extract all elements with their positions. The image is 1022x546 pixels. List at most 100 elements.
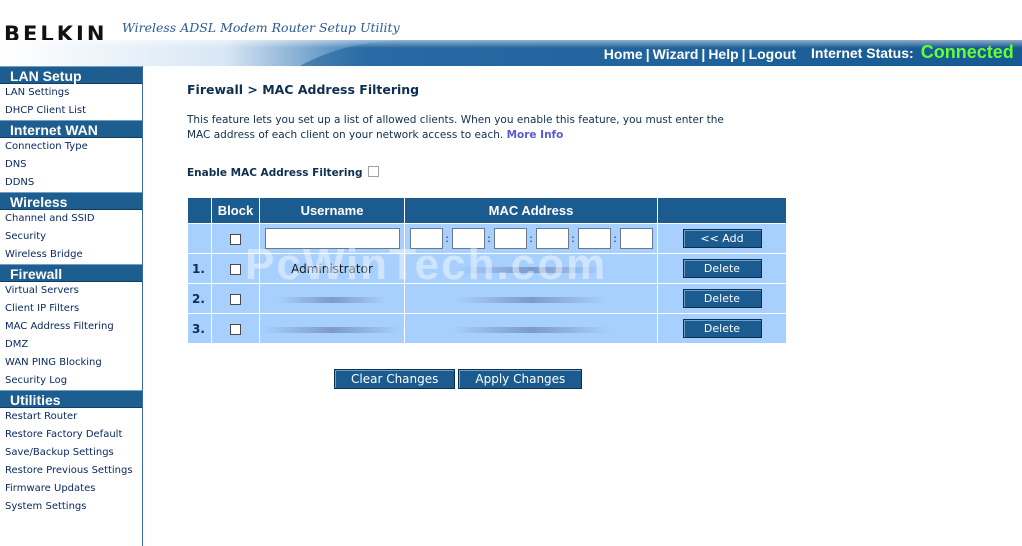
sidebar-item-dmz[interactable]: DMZ [0,336,142,354]
sidebar-item-virtual-servers[interactable]: Virtual Servers [0,282,142,300]
logout-link[interactable]: Logout [749,46,796,62]
table-row: 3. Delete [187,313,787,344]
mac-address-inputs: : : : : : [409,228,653,249]
row-index: 2. [187,283,212,314]
header: BELKIN Wireless ADSL Modem Router Setup … [0,0,1022,66]
page-title: Firewall > MAC Address Filtering [187,82,420,97]
add-row-username-cell [259,223,405,254]
header-index [187,197,212,224]
description-line-1: This feature lets you set up a list of a… [187,114,724,126]
form-actions: Clear Changes Apply Changes [334,368,585,389]
row-username: Administrator [291,261,373,276]
add-button[interactable]: << Add [682,229,762,248]
clear-changes-button[interactable]: Clear Changes [334,369,456,389]
mac-filter-table: Block Username MAC Address : : : : : << … [187,197,787,344]
add-row-block-checkbox[interactable] [230,233,241,245]
enable-filter-checkbox[interactable] [368,166,380,177]
sidebar-item-dns[interactable]: DNS [0,156,142,174]
row-username-cell [259,283,405,314]
header-mac-address: MAC Address [404,197,658,224]
page: BELKIN Wireless ADSL Modem Router Setup … [0,0,1022,546]
row-index: 1. [187,253,212,284]
apply-changes-button[interactable]: Apply Changes [458,369,583,389]
sidebar-section-firewall: Firewall [0,264,142,282]
row-username-redacted [262,326,402,333]
mac-octet-5-input[interactable] [577,228,611,249]
row-index: 3. [187,313,212,344]
mac-octet-6-input[interactable] [619,228,653,249]
mac-octet-1-input[interactable] [409,228,443,249]
row-action-cell: Delete [657,313,787,344]
sidebar-item-ddns[interactable]: DDNS [0,174,142,192]
row-block-checkbox[interactable] [230,323,241,335]
sidebar-item-security-log[interactable]: Security Log [0,372,142,390]
nav-separator: | [741,46,746,62]
row-block-checkbox[interactable] [230,293,241,305]
add-row-block-cell [211,223,260,254]
sidebar-item-mac-address-filtering[interactable]: MAC Address Filtering [0,318,142,336]
more-info-link[interactable]: More Info [507,129,564,141]
description-line-2: MAC address of each client on your netwo… [187,129,504,141]
sidebar-item-restore-previous-settings[interactable]: Restore Previous Settings [0,462,142,480]
sidebar-item-dhcp-client-list[interactable]: DHCP Client List [0,102,142,120]
description-line-2-wrap: MAC address of each client on your netwo… [187,128,787,143]
sidebar-item-channel-ssid[interactable]: Channel and SSID [0,210,142,228]
sidebar-item-client-ip-filters[interactable]: Client IP Filters [0,300,142,318]
row-username-cell: Administrator [259,253,405,284]
sidebar-item-firmware-updates[interactable]: Firmware Updates [0,480,142,498]
table-row: 1. Administrator Delete [187,253,787,284]
delete-button[interactable]: Delete [682,319,762,338]
nav-separator: | [645,46,650,62]
row-mac-cell [404,253,658,284]
table-row: 2. Delete [187,283,787,314]
row-action-cell: Delete [657,253,787,284]
sidebar-item-wan-ping-blocking[interactable]: WAN PING Blocking [0,354,142,372]
sidebar-section-lan-setup: LAN Setup [0,66,142,84]
page-description: This feature lets you set up a list of a… [187,113,787,143]
row-block-cell [211,253,260,284]
row-block-cell [211,313,260,344]
internet-status: Internet Status: Connected [811,42,1014,63]
sidebar-item-wireless-bridge[interactable]: Wireless Bridge [0,246,142,264]
home-link[interactable]: Home [604,46,643,62]
mac-colon: : [613,232,617,245]
mac-colon: : [571,232,575,245]
sidebar-item-connection-type[interactable]: Connection Type [0,138,142,156]
delete-button[interactable]: Delete [682,259,762,278]
wizard-link[interactable]: Wizard [653,46,699,62]
sidebar-item-restart-router[interactable]: Restart Router [0,408,142,426]
table-header-row: Block Username MAC Address [187,197,787,224]
sidebar-section-wireless: Wireless [0,192,142,210]
row-mac-redacted [456,296,606,303]
main-content: Firewall > MAC Address Filtering This fe… [187,66,1022,546]
sidebar: LAN Setup LAN Settings DHCP Client List … [0,66,143,546]
sidebar-item-system-settings[interactable]: System Settings [0,498,142,516]
row-block-checkbox[interactable] [230,263,241,275]
internet-status-label: Internet Status: [811,45,914,61]
sidebar-item-lan-settings[interactable]: LAN Settings [0,84,142,102]
row-block-cell [211,283,260,314]
mac-octet-4-input[interactable] [535,228,569,249]
internet-status-value: Connected [920,42,1014,62]
sidebar-item-save-backup-settings[interactable]: Save/Backup Settings [0,444,142,462]
add-row-action-cell: << Add [657,223,787,254]
add-row-mac-cell: : : : : : [404,223,658,254]
header-username: Username [259,197,405,224]
add-row-index [187,223,212,254]
sidebar-section-internet-wan: Internet WAN [0,120,142,138]
enable-filter-label: Enable MAC Address Filtering [187,167,363,179]
username-input[interactable] [264,228,400,249]
sidebar-item-security[interactable]: Security [0,228,142,246]
help-link[interactable]: Help [708,46,738,62]
header-block: Block [211,197,260,224]
sidebar-item-restore-factory-default[interactable]: Restore Factory Default [0,426,142,444]
row-mac-cell [404,313,658,344]
row-mac-cell [404,283,658,314]
delete-button[interactable]: Delete [682,289,762,308]
mac-octet-2-input[interactable] [451,228,485,249]
top-nav: Home | Wizard | Help | Logout [604,46,796,62]
mac-octet-3-input[interactable] [493,228,527,249]
row-mac-redacted [456,266,606,273]
header-action [657,197,787,224]
row-mac-redacted [451,326,611,333]
